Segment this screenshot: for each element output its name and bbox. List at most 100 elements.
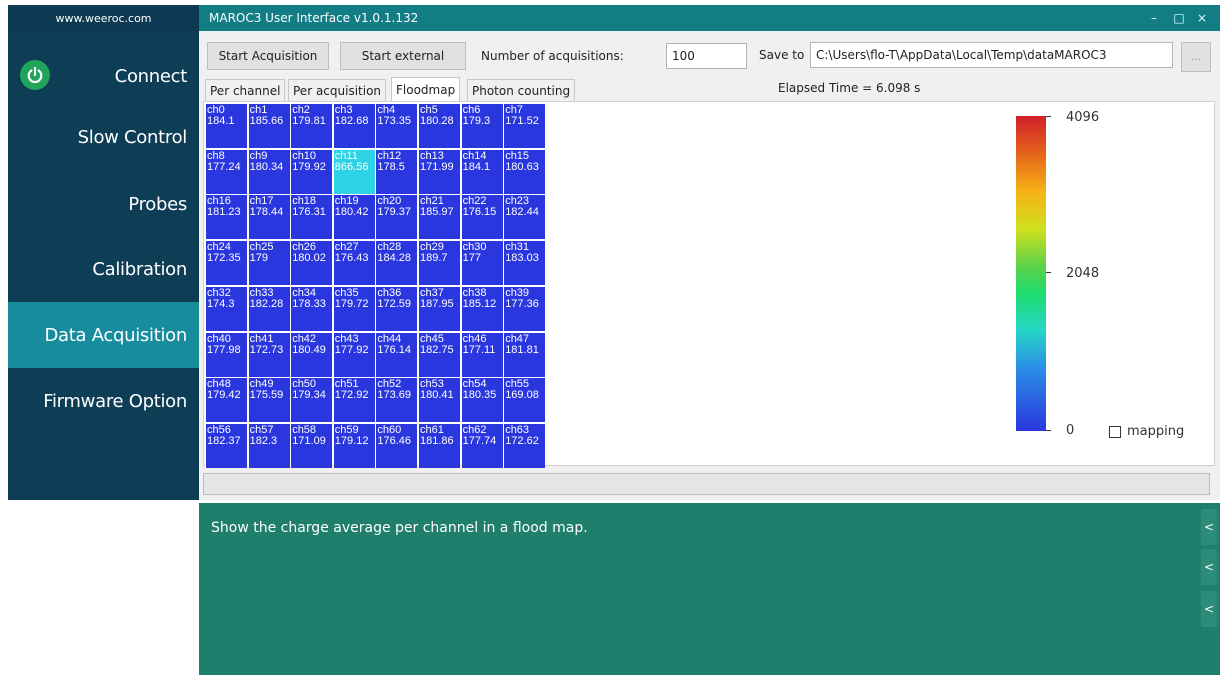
channel-cell[interactable]: ch6 179.3 [460, 104, 503, 148]
channel-cell[interactable]: ch59 179.12 [332, 423, 375, 468]
num-acquisitions-input[interactable]: 100 [666, 43, 747, 69]
channel-cell[interactable]: ch33 182.28 [247, 286, 290, 331]
channel-cell[interactable]: ch5 180.28 [418, 104, 460, 148]
channel-value: 179.72 [334, 297, 369, 310]
channel-cell[interactable]: ch43 177.92 [332, 332, 375, 377]
channel-cell[interactable]: ch21 185.97 [418, 195, 460, 240]
channel-cell[interactable]: ch14 184.1 [460, 149, 503, 194]
channel-name: ch44 [377, 332, 402, 345]
site-url[interactable]: www.weeroc.com [8, 5, 199, 31]
channel-value: 176.43 [334, 252, 369, 265]
nav-slow-control[interactable]: Slow Control [8, 104, 199, 170]
channel-cell[interactable]: ch18 176.31 [290, 195, 333, 240]
channel-value: 172.73 [249, 343, 284, 356]
tab-per-channel[interactable]: Per channel [205, 79, 286, 101]
channel-cell[interactable]: ch39 177.36 [503, 286, 546, 331]
channel-cell[interactable]: ch54 180.35 [460, 378, 503, 423]
channel-value: 174.3 [207, 297, 235, 310]
save-path-input[interactable]: C:\Users\flo-T\AppData\Local\Temp\dataMA… [810, 42, 1173, 68]
tab-photon-counting[interactable]: Photon counting [467, 79, 576, 101]
channel-cell[interactable]: ch17 178.44 [247, 195, 290, 240]
channel-cell[interactable]: ch19 180.42 [332, 195, 375, 240]
channel-cell[interactable]: ch37 187.95 [418, 286, 460, 331]
channel-cell[interactable]: ch9 180.34 [247, 149, 290, 194]
channel-cell[interactable]: ch1 185.66 [247, 104, 290, 148]
channel-cell[interactable]: ch63 172.62 [503, 423, 546, 468]
channel-cell[interactable]: ch29 189.7 [418, 241, 460, 286]
window-title: MAROC3 User Interface v1.0.1.132 [209, 11, 419, 25]
channel-cell[interactable]: ch61 181.86 [418, 423, 460, 468]
channel-cell[interactable]: ch41 172.73 [247, 332, 290, 377]
collapse-button-1[interactable]: < [1201, 509, 1217, 545]
channel-cell[interactable]: ch56 182.37 [205, 423, 247, 468]
tab-floodmap[interactable]: Floodmap [391, 77, 461, 102]
channel-value: 177.98 [207, 343, 241, 356]
channel-cell[interactable]: ch53 180.41 [418, 378, 460, 423]
channel-cell[interactable]: ch30 177 [460, 241, 503, 286]
channel-cell[interactable]: ch46 177.11 [460, 332, 503, 377]
close-icon[interactable]: × [1192, 5, 1212, 31]
channel-cell[interactable]: ch26 180.02 [290, 241, 333, 286]
nav-calibration[interactable]: Calibration [8, 236, 199, 302]
channel-value: 189.7 [420, 252, 448, 265]
channel-cell[interactable]: ch27 176.43 [332, 241, 375, 286]
channel-cell[interactable]: ch7 171.52 [503, 104, 546, 148]
browse-button[interactable]: ... [1181, 42, 1211, 72]
channel-cell[interactable]: ch52 173.69 [375, 378, 418, 423]
channel-cell[interactable]: ch24 172.35 [205, 241, 247, 286]
channel-cell[interactable]: ch38 185.12 [460, 286, 503, 331]
channel-cell[interactable]: ch55 169.08 [503, 378, 546, 423]
channel-cell[interactable]: ch31 183.03 [503, 241, 546, 286]
channel-cell[interactable]: ch23 182.44 [503, 195, 546, 240]
nav-data-acquisition[interactable]: Data Acquisition [8, 302, 199, 368]
channel-cell[interactable]: ch32 174.3 [205, 286, 247, 331]
channel-cell[interactable]: ch4 173.35 [375, 104, 418, 148]
channel-cell[interactable]: ch49 175.59 [247, 378, 290, 423]
channel-value: 172.35 [207, 252, 241, 265]
channel-cell[interactable]: ch35 179.72 [332, 286, 375, 331]
maximize-icon[interactable]: □ [1169, 5, 1189, 31]
start-acquisition-button[interactable]: Start Acquisition [207, 42, 329, 70]
start-external-button[interactable]: Start external [340, 42, 466, 70]
channel-cell[interactable]: ch15 180.63 [503, 149, 546, 194]
collapse-button-3[interactable]: < [1201, 591, 1217, 627]
channel-cell[interactable]: ch3 182.68 [332, 104, 375, 148]
channel-cell[interactable]: ch8 177.24 [205, 149, 247, 194]
channel-cell[interactable]: ch2 179.81 [290, 104, 333, 148]
nav-probes[interactable]: Probes [8, 171, 199, 237]
channel-cell[interactable]: ch60 176.46 [375, 423, 418, 468]
channel-name: ch45 [420, 332, 444, 345]
channel-value: 177.74 [462, 434, 497, 447]
mapping-checkbox[interactable] [1109, 426, 1121, 438]
channel-cell[interactable]: ch28 184.28 [375, 241, 418, 286]
channel-cell[interactable]: ch12 178.5 [375, 149, 418, 194]
channel-cell[interactable]: ch47 181.81 [503, 332, 546, 377]
channel-value: 179.12 [334, 434, 369, 447]
channel-cell[interactable]: ch20 179.37 [375, 195, 418, 240]
channel-cell[interactable]: ch45 182.75 [418, 332, 460, 377]
channel-cell[interactable]: ch50 179.34 [290, 378, 333, 423]
collapse-button-2[interactable]: < [1201, 549, 1217, 585]
channel-cell[interactable]: ch10 179.92 [290, 149, 333, 194]
channel-cell[interactable]: ch48 179.42 [205, 378, 247, 423]
tab-per-acquisition[interactable]: Per acquisition [288, 79, 387, 101]
channel-cell[interactable]: ch58 171.09 [290, 423, 333, 468]
channel-cell[interactable]: ch11 866.56 [332, 149, 375, 194]
channel-cell[interactable]: ch42 180.49 [290, 332, 333, 377]
nav-firmware-option[interactable]: Firmware Option [8, 368, 199, 434]
channel-cell[interactable]: ch22 176.15 [460, 195, 503, 240]
channel-cell[interactable]: ch40 177.98 [205, 332, 247, 377]
channel-cell[interactable]: ch16 181.23 [205, 195, 247, 240]
minimize-icon[interactable]: – [1144, 5, 1164, 31]
channel-cell[interactable]: ch13 171.99 [418, 149, 460, 194]
channel-cell[interactable]: ch62 177.74 [460, 423, 503, 468]
channel-cell[interactable]: ch51 172.92 [332, 378, 375, 423]
channel-value: 181.86 [420, 434, 454, 447]
channel-cell[interactable]: ch25 179 [247, 241, 290, 286]
channel-cell[interactable]: ch44 176.14 [375, 332, 418, 377]
channel-cell[interactable]: ch34 178.33 [290, 286, 333, 331]
channel-cell[interactable]: ch0 184.1 [205, 104, 247, 148]
channel-cell[interactable]: ch36 172.59 [375, 286, 418, 331]
channel-cell[interactable]: ch57 182.3 [247, 423, 290, 468]
nav-connect[interactable]: Connect [8, 43, 199, 109]
